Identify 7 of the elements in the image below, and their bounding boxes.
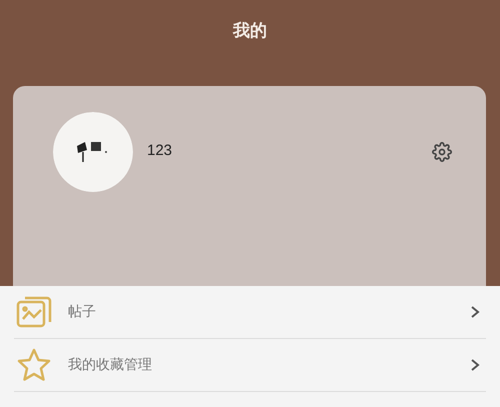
menu-item[interactable]: 帖子	[14, 286, 486, 339]
username: 123	[147, 142, 174, 159]
chart-card-icon	[16, 294, 52, 330]
menu-item[interactable]: 我的收藏管理	[14, 339, 486, 392]
star-icon	[16, 347, 52, 383]
page-title: 我的	[233, 20, 267, 42]
settings-icon[interactable]	[432, 142, 452, 162]
